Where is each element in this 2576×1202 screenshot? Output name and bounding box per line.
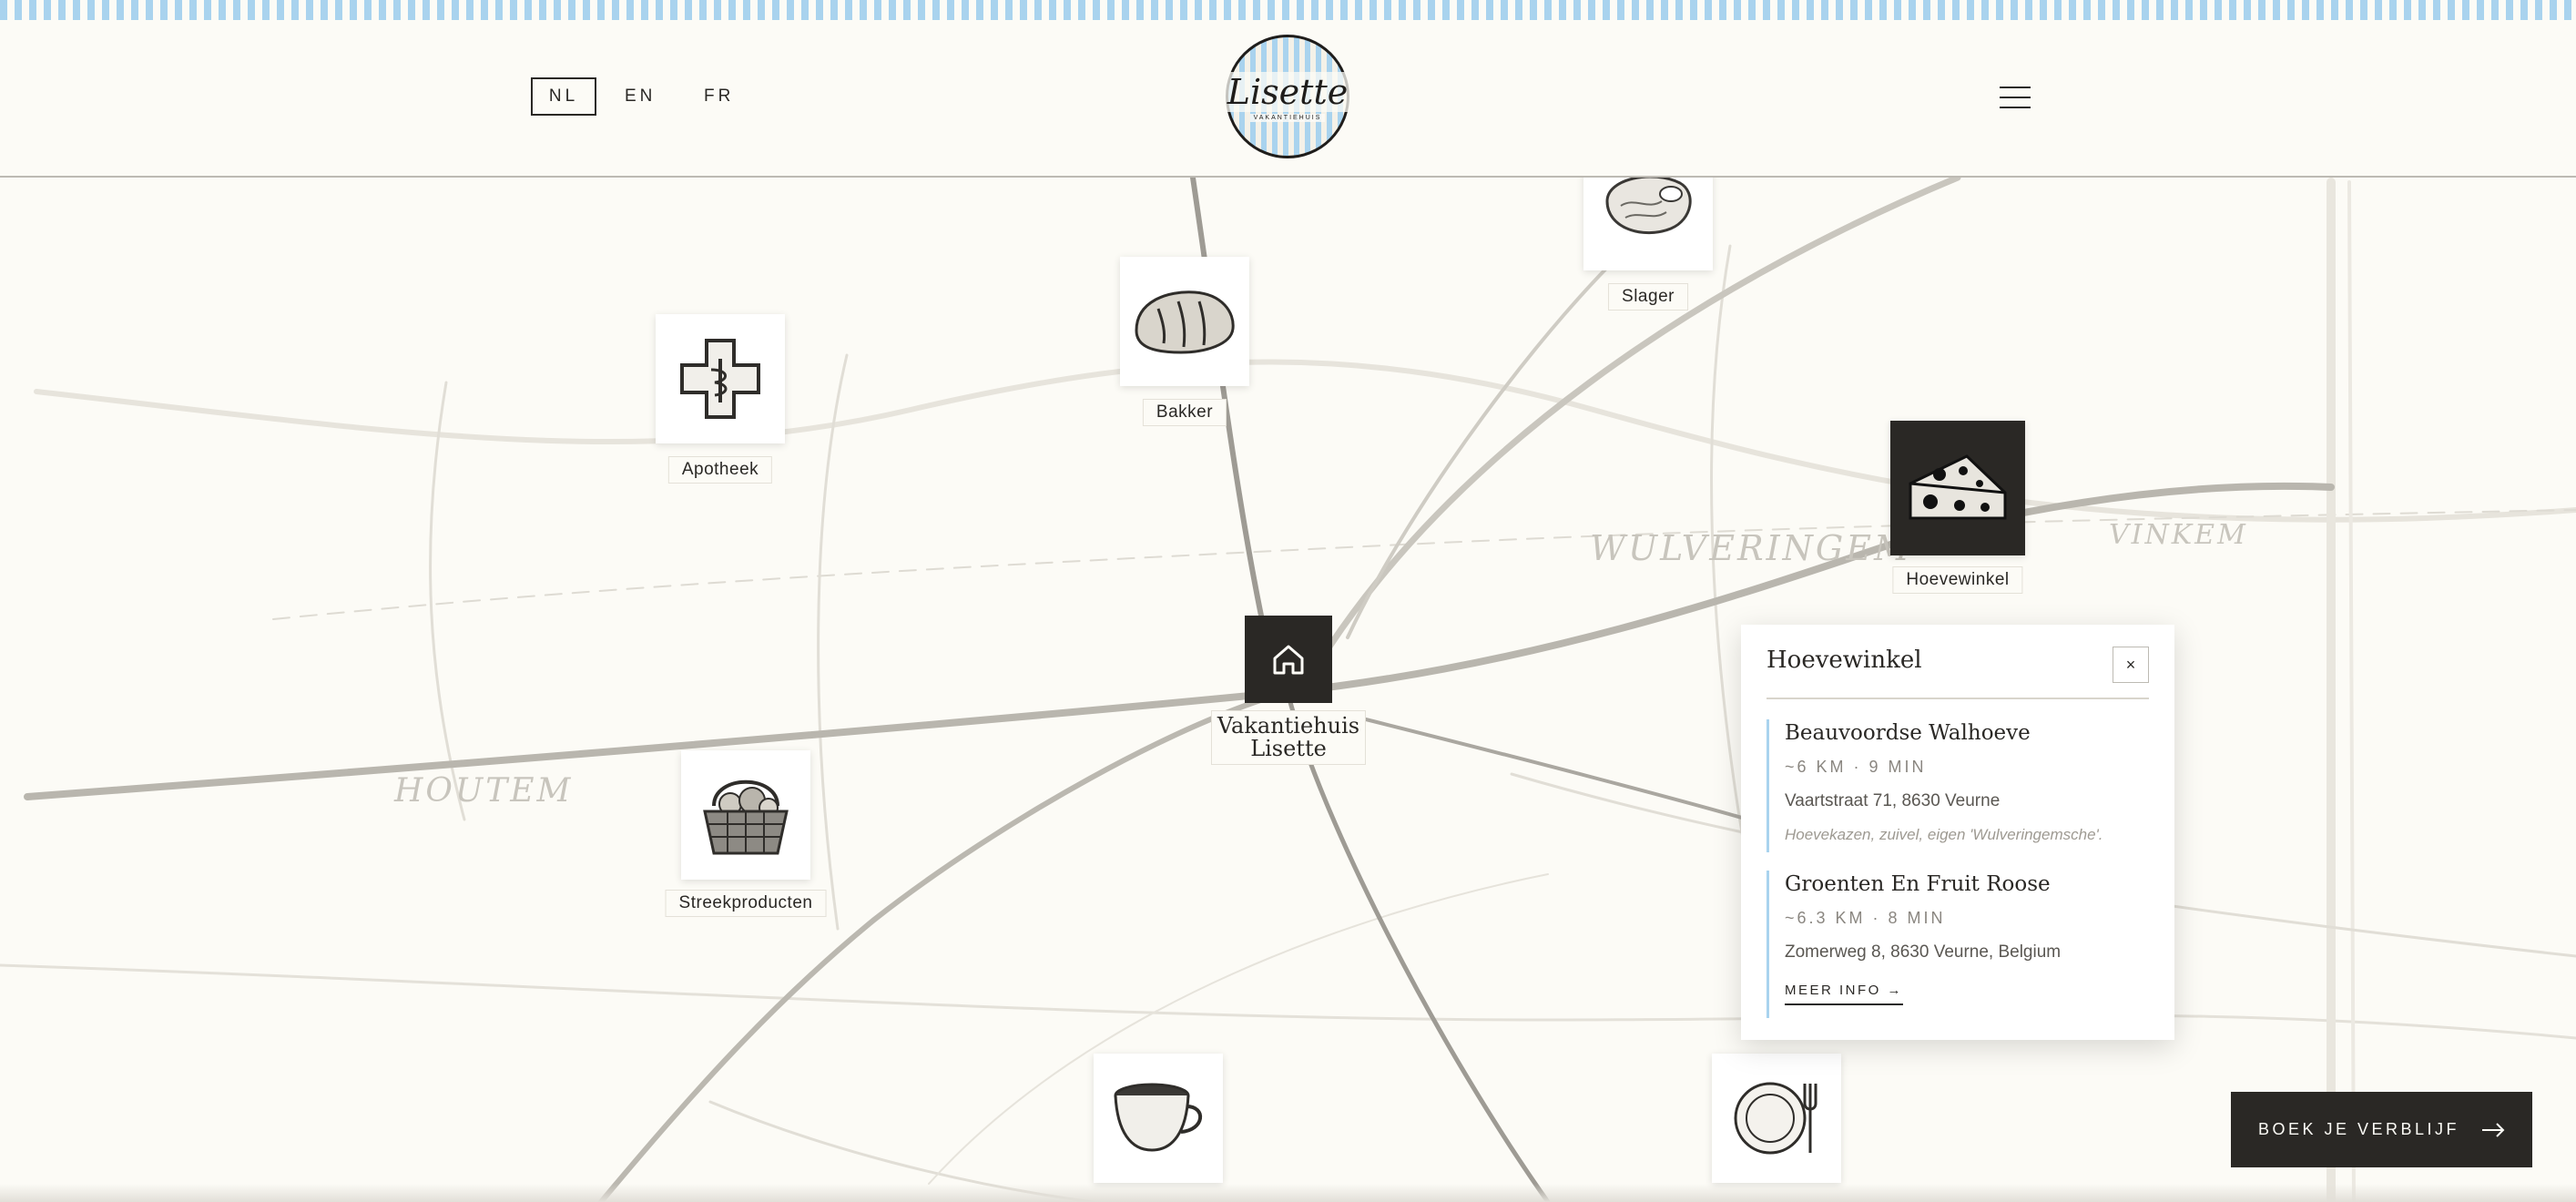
poi-apotheek[interactable]: Apotheek <box>656 314 785 484</box>
entry-address: Vaartstraat 71, 8630 Veurne <box>1785 791 2001 810</box>
poi-label-streekproducten: Streekproducten <box>665 890 827 917</box>
panel-entry: Groenten En Fruit Roose ~6.3 KM · 8 MIN … <box>1767 871 2149 1018</box>
poi-hoevewinkel[interactable]: Hoevewinkel <box>1890 421 2025 594</box>
home-label: Vakantiehuis Lisette <box>1211 710 1366 765</box>
poi-restaurant[interactable] <box>1712 1054 1841 1183</box>
lang-en-button[interactable]: EN <box>625 77 656 116</box>
close-button[interactable]: × <box>2113 647 2149 683</box>
pharmacy-cross-icon <box>680 339 760 419</box>
poi-card <box>1120 257 1249 386</box>
poi-card-active <box>1890 421 2025 555</box>
map-canvas[interactable] <box>0 0 2576 1202</box>
region-label-houtem: HOUTEM <box>394 772 574 810</box>
plate-cutlery-icon <box>1734 1082 1817 1155</box>
book-stay-button[interactable]: BOEK JE VERBLIJF <box>2231 1092 2532 1167</box>
cheese-icon <box>1909 454 2007 520</box>
poi-card <box>1094 1054 1223 1183</box>
poi-info-panel: Hoevewinkel × Beauvoordse Walhoeve ~6 KM… <box>1741 625 2174 1040</box>
bread-icon <box>1135 290 1235 354</box>
home-icon <box>1273 645 1304 675</box>
home-label-line2: Lisette <box>1250 736 1327 761</box>
poi-card <box>656 314 785 443</box>
poi-label-apotheek: Apotheek <box>667 456 773 484</box>
logo[interactable]: Lisette VAKANTIEHUIS <box>1221 35 1354 158</box>
logo-name: Lisette <box>1221 71 1354 112</box>
entry-distance: ~6 KM · 9 MIN <box>1785 758 1927 776</box>
book-stay-label: BOEK JE VERBLIJF <box>2257 1120 2460 1138</box>
poi-label-bakker: Bakker <box>1142 399 1227 426</box>
region-label-vinkem: VINKEM <box>2109 519 2248 551</box>
poi-card <box>1712 1054 1841 1183</box>
meer-info-link[interactable]: MEER INFO → <box>1785 983 1904 1005</box>
poi-label-slager: Slager <box>1608 283 1688 311</box>
poi-label-hoevewinkel: Hoevewinkel <box>1892 566 2023 594</box>
entry-name: Beauvoordse Walhoeve <box>1785 721 2031 745</box>
entry-address: Zomerweg 8, 8630 Veurne, Belgium <box>1785 942 2062 962</box>
hamburger-menu-icon[interactable] <box>2000 87 2031 108</box>
entry-distance: ~6.3 KM · 8 MIN <box>1785 909 1946 927</box>
panel-entry: Beauvoordse Walhoeve ~6 KM · 9 MIN Vaart… <box>1767 719 2149 852</box>
poi-koffie[interactable] <box>1094 1054 1223 1183</box>
panel-divider <box>1767 698 2149 699</box>
coffee-cup-icon <box>1114 1083 1203 1152</box>
logo-subtitle: VAKANTIEHUIS <box>1249 113 1326 122</box>
lang-fr-button[interactable]: FR <box>704 77 734 116</box>
panel-title: Hoevewinkel <box>1767 647 1922 674</box>
bottom-shade <box>0 1184 2576 1202</box>
arrow-right-icon <box>2482 1122 2505 1137</box>
entry-note: Hoevekazen, zuivel, eigen 'Wulveringemsc… <box>1785 826 2103 843</box>
entry-name: Groenten En Fruit Roose <box>1785 872 2051 896</box>
home-marker[interactable] <box>1245 616 1332 703</box>
basket-icon <box>703 779 789 855</box>
poi-card <box>681 750 810 880</box>
lang-nl-button[interactable]: NL <box>531 77 596 116</box>
site-header: NL EN FR Lisette VAKANTIEHUIS <box>0 20 2576 178</box>
home-label-line1: Vakantiehuis <box>1217 713 1360 739</box>
poi-bakker[interactable]: Bakker <box>1120 257 1249 426</box>
poi-streekproducten[interactable]: Streekproducten <box>665 750 827 917</box>
region-label-wulveringem: WULVERINGEM <box>1590 528 1912 568</box>
